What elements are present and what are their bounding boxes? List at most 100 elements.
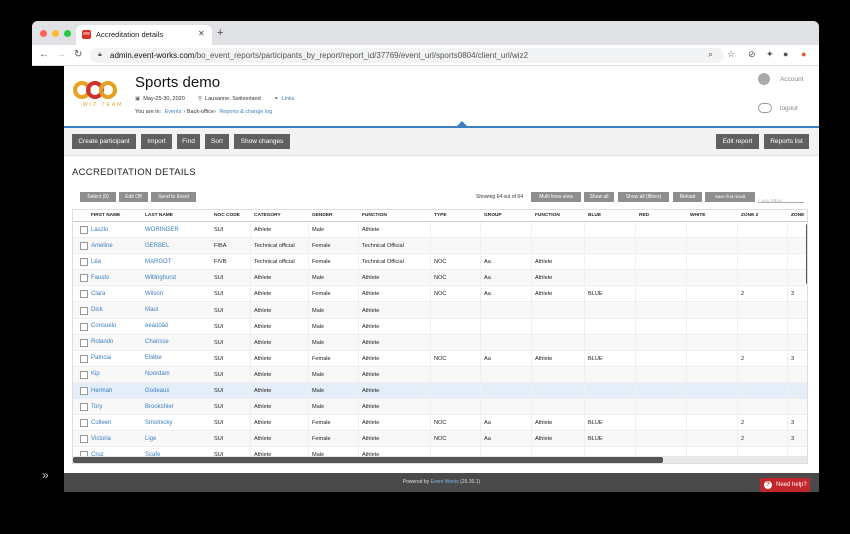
logout-button[interactable]: logout [758, 103, 819, 117]
account-menu[interactable]: Account [758, 73, 819, 87]
cell-first-name[interactable]: Patricia [91, 355, 111, 361]
cell-last-name[interactable]: Smolnicky [145, 420, 172, 426]
close-tab-icon[interactable]: ✕ [198, 29, 205, 38]
table-row[interactable]: Léa MARGOT FIVB Technical official Female Tec… [73, 254, 807, 271]
table-row[interactable]: Fausto Willinghurst SUI Athlete Male Athlete N… [73, 270, 807, 287]
edit-off-button[interactable]: Edit Off [119, 192, 148, 202]
row-checkbox[interactable] [80, 274, 88, 283]
maximize-window-button[interactable] [64, 30, 71, 37]
address-bar[interactable]: 🔒︎ admin.event-works.com/bo_event_report… [90, 48, 724, 63]
column-header-zone-2[interactable]: ZONE 2 [741, 213, 758, 218]
live-filter[interactable] [758, 190, 804, 208]
select-button[interactable]: Select (0) [80, 192, 116, 202]
column-header-function[interactable]: FUNCTION [362, 213, 387, 218]
column-header-function-2[interactable]: FUNCTION [535, 213, 560, 218]
row-checkbox[interactable] [80, 435, 88, 444]
column-header-zone[interactable]: ZONE [791, 213, 804, 218]
row-checkbox[interactable] [80, 403, 88, 412]
find-button[interactable]: Find [177, 134, 200, 149]
row-checkbox[interactable] [80, 354, 88, 363]
bookmark-star-icon[interactable]: ☆ [727, 49, 735, 60]
reload-button[interactable]: Reload [673, 192, 702, 202]
show-all-filters-button[interactable]: Show all (filters) [618, 192, 669, 202]
cell-first-name[interactable]: Rolando [91, 339, 113, 345]
cell-last-name[interactable]: MARGOT [145, 259, 171, 265]
cell-first-name[interactable]: Tory [91, 404, 102, 410]
table-row[interactable]: Colleen Smolnicky SUI Athlete Female Athlete N… [73, 415, 807, 432]
table-row[interactable]: Victoria Lige SUI Athlete Female Athlete NOC Aa… [73, 431, 807, 448]
edit-report-button[interactable]: Edit report [716, 134, 759, 149]
import-button[interactable]: Import [141, 134, 172, 149]
cell-last-name[interactable]: Noordàm [145, 371, 170, 377]
breadcrumb-events[interactable]: Events [165, 109, 182, 115]
cell-first-name[interactable]: Fausto [91, 275, 109, 281]
forward-icon[interactable]: → [56, 49, 66, 60]
cell-first-name[interactable]: Léa [91, 259, 101, 265]
cell-first-name[interactable]: Clara [91, 291, 105, 297]
cell-first-name[interactable]: Ameline [91, 243, 113, 249]
profile-icon[interactable]: ● [783, 49, 788, 59]
row-checkbox[interactable] [80, 322, 88, 331]
cell-first-name[interactable]: Laszlo [91, 227, 108, 233]
column-header-white[interactable]: WHITE [690, 213, 705, 218]
row-checkbox[interactable] [80, 387, 88, 395]
table-row[interactable]: Dick Maul SUI Athlete Male Athlete [73, 302, 807, 319]
table-row[interactable]: Patricia Ellèbe SUI Athlete Female Athlete NOC… [73, 351, 807, 367]
table-row[interactable]: Ameline GERBEL FIBA Technical official Femal… [73, 238, 807, 255]
table-row[interactable]: Tory Brookshier SUI Athlete Male Athlete [73, 399, 807, 416]
cell-last-name[interactable]: Brookshier [145, 404, 174, 410]
live-filter-input[interactable] [758, 196, 802, 208]
table-row[interactable]: Kip Noordàm SUI Athlete Male Athlete [73, 366, 807, 383]
save-find-result-button[interactable]: Save find result [705, 192, 755, 202]
cell-first-name[interactable]: Victoria [91, 436, 111, 442]
table-row[interactable]: Consuelo ééàüöâö SUI Athlete Male Athlete [73, 319, 807, 335]
cell-first-name[interactable]: Herman [91, 388, 112, 394]
vertical-scrollbar[interactable] [806, 224, 807, 284]
show-all-button[interactable]: Show all [584, 192, 614, 202]
reload-icon[interactable]: ↻ [74, 49, 82, 60]
column-header-gender[interactable]: GENDER [312, 213, 333, 218]
show-changes-button[interactable]: Show changes [234, 134, 290, 149]
cell-first-name[interactable]: Kip [91, 371, 100, 377]
create-participant-button[interactable]: Create participant [72, 134, 136, 149]
column-header-blue[interactable]: BLUE [588, 213, 601, 218]
row-checkbox[interactable] [80, 258, 88, 267]
column-header-category[interactable]: CATEGORY [254, 213, 281, 218]
minimize-window-button[interactable] [52, 30, 59, 37]
table-row[interactable]: Herman Godeaux SUI Athlete Male Athlete [73, 383, 807, 400]
back-icon[interactable]: ← [39, 49, 49, 60]
reports-list-button[interactable]: Reports list [764, 134, 809, 149]
row-checkbox[interactable] [80, 370, 88, 379]
cell-first-name[interactable]: Dick [91, 307, 103, 313]
update-icon[interactable]: ● [801, 49, 806, 59]
row-checkbox[interactable] [80, 419, 88, 428]
cell-last-name[interactable]: Willinghurst [145, 275, 176, 281]
cell-last-name[interactable]: Charisse [145, 339, 169, 345]
column-header-red[interactable]: RED [639, 213, 649, 218]
puzzle-icon[interactable]: ✦ [766, 49, 774, 60]
column-header-last-name[interactable]: LAST NAME [145, 213, 173, 218]
cell-last-name[interactable]: ééàüöâö [145, 323, 168, 329]
row-checkbox[interactable] [80, 338, 88, 347]
cell-first-name[interactable]: Consuelo [91, 323, 116, 329]
table-row[interactable]: Rolando Charisse SUI Athlete Male Athlete [73, 334, 807, 351]
event-links[interactable]: ⚭ Links [274, 96, 294, 102]
row-checkbox[interactable] [80, 306, 88, 315]
column-header-group[interactable]: GROUP [484, 213, 502, 218]
footer-brand-link[interactable]: Event Works [431, 479, 459, 485]
breadcrumb-reports[interactable]: Reports & change log [219, 109, 272, 115]
horizontal-scrollbar[interactable] [73, 457, 663, 463]
sort-button[interactable]: Sort [205, 134, 229, 149]
cell-first-name[interactable]: Colleen [91, 420, 111, 426]
cell-last-name[interactable]: Godeaux [145, 388, 169, 394]
need-help-button[interactable]: ? Need help? [760, 478, 810, 492]
cell-last-name[interactable]: Wilson [145, 291, 163, 297]
column-header-first-name[interactable]: FIRST NAME [91, 213, 120, 218]
browser-tab[interactable]: ew Accreditation details ✕ [76, 25, 212, 45]
column-header-type[interactable]: TYPE [434, 213, 447, 218]
row-checkbox[interactable] [80, 226, 88, 234]
column-header-noc-code[interactable]: NOC CODE [214, 213, 240, 218]
multi-lines-view-button[interactable]: Multi lines view [531, 192, 581, 202]
zoom-icon[interactable]: ⌕ [708, 49, 713, 60]
cell-last-name[interactable]: GERBEL [145, 243, 169, 249]
